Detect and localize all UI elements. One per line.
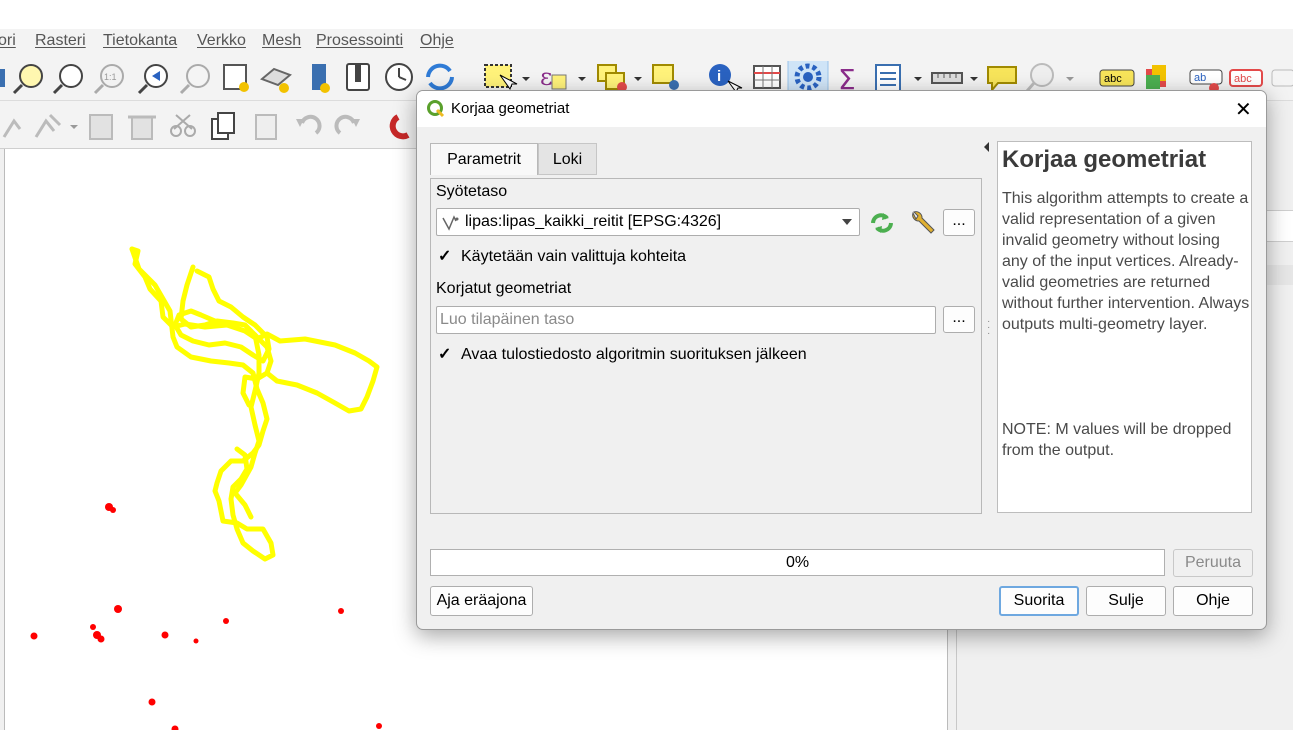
annotation-icon (987, 66, 1017, 93)
progress-text: 0% (785, 554, 810, 571)
collapse-help-icon[interactable] (983, 141, 991, 153)
temporal-controller-icon (312, 64, 330, 93)
measure-icon (931, 72, 978, 84)
line-layer-icon (442, 215, 459, 231)
zoom-out-icon (52, 64, 83, 95)
qgis-logo-icon (427, 100, 445, 118)
select-features-icon (484, 64, 530, 91)
edit-feature-icon (34, 113, 78, 138)
editing-toolbar (0, 101, 420, 149)
progress-bar: 0% (430, 549, 1165, 576)
input-layer-options-button[interactable]: ... (943, 209, 975, 236)
zoom-next-icon (179, 64, 210, 95)
redo-icon (334, 114, 360, 135)
editing-tools-icons[interactable] (0, 109, 420, 143)
menu-vector[interactable]: ori (0, 32, 16, 50)
zoom-last-icon (137, 64, 168, 95)
input-layer-value: lipas:lipas_kaikki_reitit [EPSG:4326] (465, 213, 722, 230)
cut-features-icon (170, 114, 196, 137)
digitize-icon (89, 114, 113, 140)
input-layer-combo[interactable]: lipas:lipas_kaikki_reitit [EPSG:4326] (436, 208, 860, 236)
dialog-title: Korjaa geometriat (451, 100, 570, 117)
menu-processing[interactable]: Prosessointi (316, 32, 403, 50)
select-location-icon (652, 64, 679, 90)
identify-icon: i (709, 64, 743, 93)
output-label: Korjatut geometriat (436, 280, 572, 297)
point-features (30, 503, 382, 730)
help-note: NOTE: M values will be dropped from the … (1002, 421, 1232, 459)
selected-only-checkbox[interactable]: ✓ Käytetään vain valittuja kohteita (438, 248, 938, 268)
snapping-magnet-icon (389, 114, 410, 140)
help-description: This algorithm attempts to create a vali… (1002, 190, 1250, 333)
help-title: Korjaa geometriat (1002, 146, 1207, 173)
deselect-icon (597, 64, 642, 92)
svg-text:i: i (717, 68, 721, 85)
paste-features-icon (255, 114, 277, 140)
copy-features-icon (211, 112, 235, 140)
menu-database[interactable]: Tietokanta (103, 32, 177, 50)
open-output-label: Avaa tulostiedosto algoritmin suoritukse… (461, 346, 807, 363)
menu-bar: ori Rasteri Tietokanta Verkko Mesh Prose… (0, 29, 1293, 55)
route-lines (129, 246, 380, 562)
run-button[interactable]: Suorita (999, 586, 1079, 616)
clock-icon (385, 63, 413, 91)
menu-help[interactable]: Ohje (420, 32, 454, 50)
panel-splitter[interactable]: · · · (987, 317, 990, 339)
navigation-tools-icons[interactable]: 1:1 (0, 61, 460, 95)
help-button[interactable]: Ohje (1173, 586, 1253, 616)
selected-only-checkmark: ✓ (438, 248, 452, 265)
show-hide-labels-icon: abc (1229, 69, 1263, 87)
batch-process-button[interactable]: Aja eräajona (430, 586, 533, 616)
tab-parameters[interactable]: Parametrit (430, 143, 538, 175)
fix-geometries-dialog: Korjaa geometriat ✕ Parametrit Loki Syöt… (416, 90, 1267, 630)
zoom-in-icon (12, 64, 43, 95)
move-label-icon (1271, 69, 1293, 87)
refresh-icon (426, 63, 454, 91)
output-options-button[interactable]: ... (943, 306, 975, 333)
delete-selected-icon (128, 115, 156, 140)
svg-text:1:1: 1:1 (104, 72, 117, 82)
menu-raster[interactable]: Rasteri (35, 32, 86, 50)
svg-text:ε: ε (540, 63, 552, 91)
svg-text:ab: ab (1194, 72, 1206, 84)
locator-icon (1025, 63, 1074, 92)
vertex-tool-icon (2, 118, 22, 138)
output-field[interactable]: Luo tilapäinen taso (436, 306, 936, 334)
window-top-strip (0, 0, 1293, 29)
close-icon[interactable]: ✕ (1235, 97, 1252, 122)
wrench-icon[interactable] (907, 209, 935, 237)
label-tool-icon: abc (1099, 69, 1135, 87)
svg-text:abc: abc (1234, 73, 1252, 85)
help-panel: Korjaa geometriat This algorithm attempt… (997, 141, 1252, 513)
close-button[interactable]: Sulje (1086, 586, 1166, 616)
attribute-table-icon (753, 65, 781, 89)
svg-text:abc: abc (1104, 73, 1122, 85)
selected-only-label: Käytetään vain valittuja kohteita (461, 248, 687, 265)
layout-manager-icon (875, 64, 922, 92)
layer-labeling-icon (1146, 65, 1166, 89)
chevron-down-icon (842, 219, 852, 225)
dialog-titlebar: Korjaa geometriat ✕ (417, 91, 1266, 127)
menu-mesh[interactable]: Mesh (262, 32, 301, 50)
tab-log[interactable]: Loki (538, 143, 597, 175)
iterate-layer-icon[interactable] (869, 211, 895, 235)
new-bookmark-icon (223, 64, 249, 92)
select-by-expression-icon: ε (540, 63, 586, 91)
open-output-checkmark: ✓ (438, 346, 452, 363)
open-output-checkbox[interactable]: ✓ Avaa tulostiedosto algoritmin suorituk… (438, 346, 958, 366)
zoom-native-icon: 1:1 (93, 64, 124, 95)
menu-web[interactable]: Verkko (197, 32, 246, 50)
undo-icon (296, 114, 322, 135)
input-layer-label: Syötetaso (436, 183, 508, 200)
cancel-button[interactable]: Peruuta (1173, 549, 1253, 577)
output-placeholder: Luo tilapäinen taso (440, 311, 575, 328)
show-bookmarks-icon (260, 67, 292, 93)
map-tips-icon (346, 63, 370, 91)
